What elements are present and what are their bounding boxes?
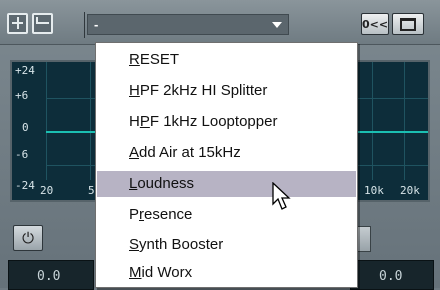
readout-value: 0.0 [379,269,403,284]
window-icon [400,17,416,31]
x-tick-label: 20k [400,184,420,197]
grid-line [90,62,91,180]
menu-item-hpf-2khz[interactable]: HPF 2kHz HI Splitter [97,78,356,104]
x-tick-label: 10k [364,184,384,197]
grid-line [372,62,373,180]
grid-line [404,62,405,180]
grid-line [46,62,47,180]
y-tick-label: +6 [15,89,29,102]
menu-item-add-air[interactable]: Add Air at 15kHz [97,140,356,166]
preset-value: - [94,17,99,32]
band-power-button[interactable]: ⏻ [13,225,43,251]
toolbar-divider [84,12,85,38]
menu-item-mid-worx[interactable]: Mid Worx [97,260,356,286]
preset-menu: RESET HPF 2kHz HI Splitter HPF 1kHz Loop… [95,42,358,288]
preset-selector[interactable]: - [87,14,289,35]
dropdown-arrow-icon[interactable] [272,22,282,28]
preset-toolbar: - 0<< [0,0,440,45]
compare-label: 0<< [361,17,389,31]
y-tick-label: 0 [22,121,29,134]
menu-item-reset[interactable]: RESET [97,47,356,73]
gain-readout-left[interactable]: 0.0 [8,260,94,290]
readout-value: 0.0 [37,269,61,284]
menu-item-synth-booster[interactable]: Synth Booster [97,232,356,258]
x-tick-label: 5 [88,184,95,197]
menu-item-loudness[interactable]: Loudness [97,171,356,197]
y-tick-label: +24 [15,64,35,77]
x-tick-label: 20 [40,184,54,197]
store-preset-icon[interactable] [7,13,28,34]
gain-readout-right[interactable]: 0.0 [350,260,434,290]
power-icon: ⏻ [22,229,34,247]
menu-item-presence[interactable]: Presence [97,202,356,228]
y-tick-label: -6 [15,148,29,161]
window-button[interactable] [392,13,424,35]
menu-item-hpf-1khz[interactable]: HPF 1kHz Looptopper [97,109,356,135]
mouse-pointer-icon [272,182,291,210]
compare-button[interactable]: 0<< [361,13,389,35]
load-preset-icon[interactable] [32,13,53,34]
y-tick-label: -24 [15,179,35,192]
